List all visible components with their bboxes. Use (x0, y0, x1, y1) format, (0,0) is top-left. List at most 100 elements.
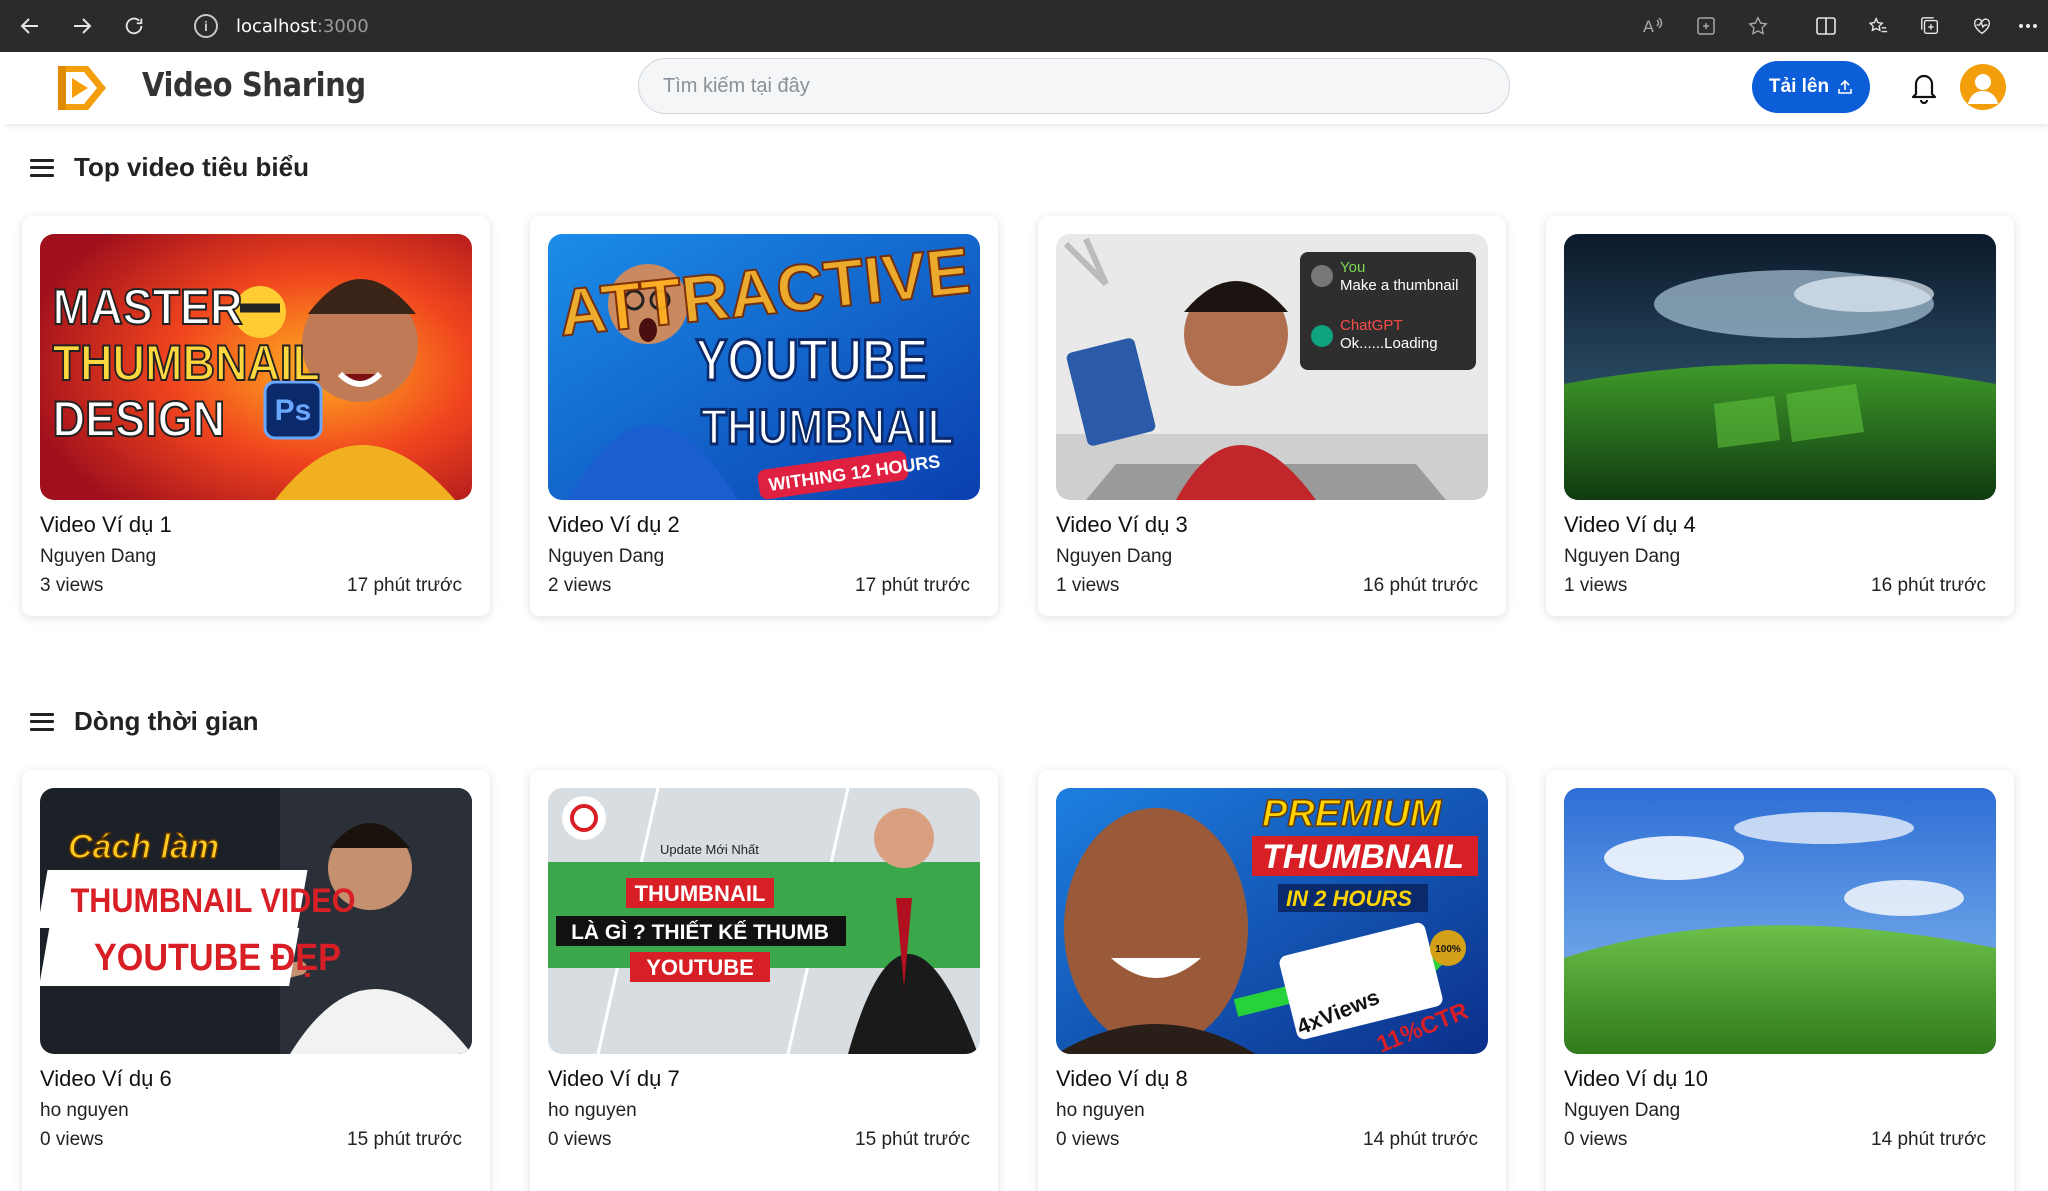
upload-label: Tải lên (1768, 76, 1830, 97)
thumb-text: You (1340, 259, 1365, 276)
address-bar[interactable]: i localhost:3000 (180, 8, 1680, 44)
video-thumbnail[interactable]: You Make a thumbnail ChatGPT Ok......Loa… (1056, 234, 1488, 500)
video-card[interactable]: Cách làm THUMBNAIL VIDEO YOUTUBE ĐẸP Vid… (22, 770, 490, 1191)
url-text: localhost:3000 (236, 15, 369, 37)
brand-name[interactable]: Video Sharing (142, 65, 366, 104)
bell-icon[interactable] (1910, 70, 1938, 105)
browser-toolbar: i localhost:3000 A (0, 0, 2048, 52)
video-author[interactable]: Nguyen Dang (1056, 546, 1172, 568)
video-author[interactable]: Nguyen Dang (548, 546, 664, 568)
video-views: 0 views (1056, 1129, 1120, 1150)
video-title[interactable]: Video Ví dụ 1 (40, 512, 172, 538)
section-header-timeline: Dòng thời gian (30, 706, 259, 737)
read-aloud-icon[interactable]: A (1628, 0, 1680, 52)
thumb-text: YOUTUBE (696, 329, 928, 394)
thumb-text: Ok......Loading (1340, 335, 1438, 352)
video-title[interactable]: Video Ví dụ 4 (1564, 512, 1696, 538)
video-card[interactable]: Video Ví dụ 4 Nguyen Dang 1 views 16 phú… (1546, 216, 2014, 616)
favorites-icon[interactable] (1852, 0, 1904, 52)
video-sharing-logo-icon[interactable] (52, 62, 112, 114)
video-title[interactable]: Video Ví dụ 3 (1056, 512, 1188, 538)
video-thumbnail[interactable]: Cách làm THUMBNAIL VIDEO YOUTUBE ĐẸP (40, 788, 472, 1054)
info-icon[interactable]: i (194, 14, 218, 38)
thumb-text: THUMBNAIL VIDEO (71, 882, 356, 920)
thumb-text: THUMBNAIL (1262, 838, 1464, 876)
thumb-text: YOUTUBE ĐẸP (94, 935, 341, 978)
app-page: Video Sharing Tải lên Top video tiêu biể… (4, 52, 2048, 1191)
video-time: 15 phút trước (855, 1129, 970, 1150)
video-author[interactable]: ho nguyen (548, 1100, 637, 1122)
thumb-text: PREMIUM (1262, 793, 1443, 835)
collections-icon[interactable] (1904, 0, 1956, 52)
video-views: 0 views (40, 1129, 104, 1150)
favorite-star-icon[interactable] (1732, 0, 1784, 52)
video-title[interactable]: Video Ví dụ 7 (548, 1066, 680, 1092)
video-time: 15 phút trước (347, 1129, 462, 1150)
video-card[interactable]: PREMIUM THUMBNAIL IN 2 HOURS 4xViews 11%… (1038, 770, 1506, 1191)
video-author[interactable]: ho nguyen (40, 1100, 129, 1122)
video-title[interactable]: Video Ví dụ 2 (548, 512, 680, 538)
thumb-text: ChatGPT (1340, 317, 1403, 334)
refresh-icon[interactable] (108, 0, 160, 52)
app-available-icon[interactable] (1680, 0, 1732, 52)
video-title[interactable]: Video Ví dụ 6 (40, 1066, 172, 1092)
video-card[interactable]: ATTRACTIVE YOUTUBE THUMBNAIL WITHING 12 … (530, 216, 998, 616)
video-card[interactable]: You Make a thumbnail ChatGPT Ok......Loa… (1038, 216, 1506, 616)
video-thumbnail[interactable]: PREMIUM THUMBNAIL IN 2 HOURS 4xViews 11%… (1056, 788, 1488, 1054)
thumb-text: YOUTUBE (646, 955, 754, 980)
section-header-featured: Top video tiêu biểu (30, 152, 309, 183)
video-views: 3 views (40, 575, 104, 596)
upload-button[interactable]: Tải lên (1752, 61, 1870, 113)
video-time: 14 phút trước (1871, 1129, 1986, 1150)
menu-icon[interactable] (30, 712, 54, 731)
video-title[interactable]: Video Ví dụ 10 (1564, 1066, 1708, 1092)
thumb-text: THUMBNAIL (53, 336, 320, 392)
video-thumbnail[interactable]: Ps MASTER THUMBNAIL DESIGN (40, 234, 472, 500)
browser-essentials-icon[interactable] (1956, 0, 2008, 52)
video-views: 2 views (548, 575, 612, 596)
upload-icon (1838, 79, 1852, 94)
thumb-text: THUMBNAIL (701, 399, 954, 455)
section-title: Top video tiêu biểu (74, 152, 309, 182)
thumb-text: Cách làm (68, 828, 219, 866)
thumb-text: DESIGN (53, 392, 225, 448)
thumb-text: IN 2 HOURS (1286, 886, 1412, 911)
search-input[interactable] (638, 58, 1510, 114)
video-time: 16 phút trước (1363, 575, 1478, 596)
video-time: 17 phút trước (347, 575, 462, 596)
menu-icon[interactable] (30, 158, 54, 177)
svg-text:Ps: Ps (275, 394, 312, 427)
video-views: 0 views (548, 1129, 612, 1150)
video-author[interactable]: Nguyen Dang (1564, 1100, 1680, 1122)
thumb-text: 100% (1435, 944, 1461, 955)
thumb-text: THUMBNAIL (635, 881, 766, 906)
split-screen-icon[interactable] (1800, 0, 1852, 52)
video-author[interactable]: Nguyen Dang (1564, 546, 1680, 568)
more-options-icon[interactable] (2008, 0, 2048, 52)
video-views: 0 views (1564, 1129, 1628, 1150)
section-title: Dòng thời gian (74, 706, 259, 736)
video-thumbnail[interactable]: Update Mới Nhất THUMBNAIL LÀ GÌ ? THIẾT … (548, 788, 980, 1054)
video-title[interactable]: Video Ví dụ 8 (1056, 1066, 1188, 1092)
video-author[interactable]: ho nguyen (1056, 1100, 1145, 1122)
video-time: 17 phút trước (855, 575, 970, 596)
video-views: 1 views (1056, 575, 1120, 596)
thumb-text: LÀ GÌ ? THIẾT KẾ THUMB (571, 921, 829, 944)
video-views: 1 views (1564, 575, 1628, 596)
video-card[interactable]: Update Mới Nhất THUMBNAIL LÀ GÌ ? THIẾT … (530, 770, 998, 1191)
thumb-text: Update Mới Nhất (660, 842, 759, 857)
thumb-text: MASTER (53, 280, 243, 336)
site-header: Video Sharing Tải lên (4, 52, 2048, 124)
video-author[interactable]: Nguyen Dang (40, 546, 156, 568)
user-avatar[interactable] (1960, 64, 2006, 110)
video-card[interactable]: Ps MASTER THUMBNAIL DESIGN Video Ví dụ 1… (22, 216, 490, 616)
video-thumbnail[interactable]: ATTRACTIVE YOUTUBE THUMBNAIL WITHING 12 … (548, 234, 980, 500)
video-thumbnail[interactable] (1564, 788, 1996, 1054)
video-card[interactable]: Video Ví dụ 10 Nguyen Dang 0 views 14 ph… (1546, 770, 2014, 1191)
back-icon[interactable] (4, 0, 56, 52)
forward-icon[interactable] (56, 0, 108, 52)
video-thumbnail[interactable] (1564, 234, 1996, 500)
video-time: 14 phút trước (1363, 1129, 1478, 1150)
video-time: 16 phút trước (1871, 575, 1986, 596)
svg-text:A: A (1643, 17, 1654, 36)
